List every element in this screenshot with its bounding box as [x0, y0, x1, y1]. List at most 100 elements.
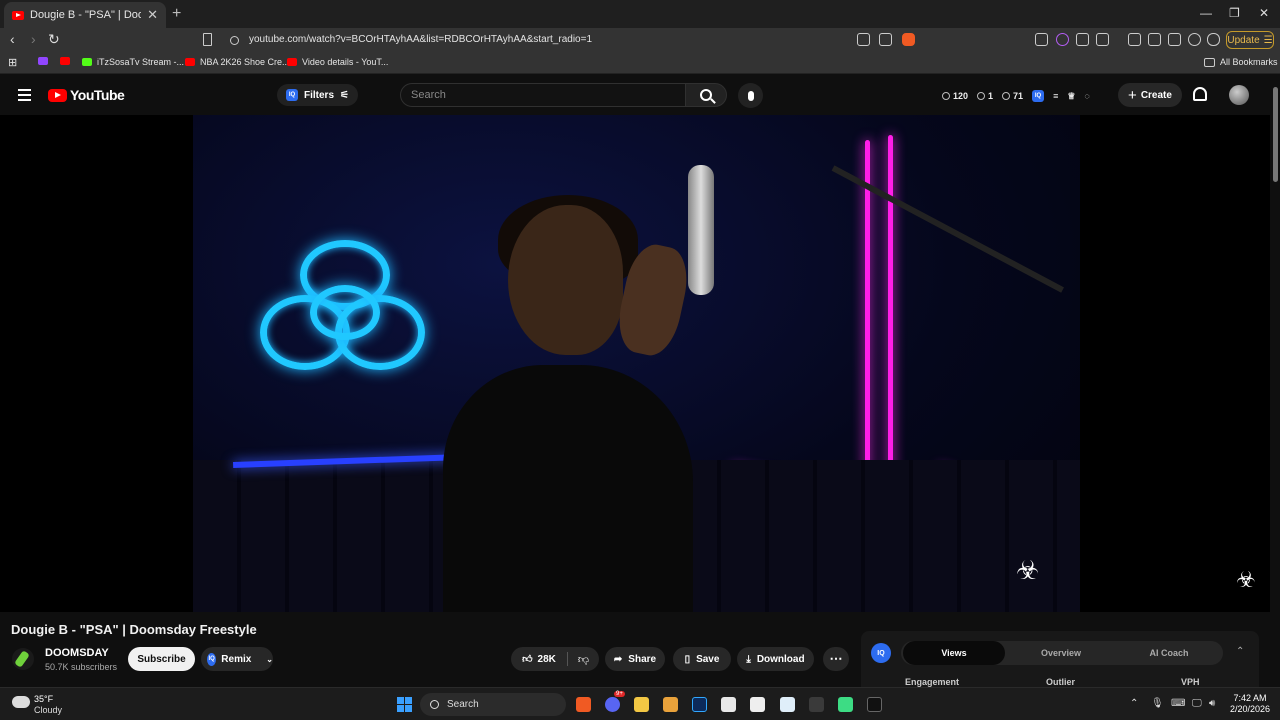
clock-date: 2/20/2026: [1229, 704, 1271, 714]
file-explorer-icon[interactable]: [634, 697, 649, 712]
bookmark-nba-2k26[interactable]: NBA 2K26 Shoe Cre...: [185, 57, 290, 67]
channel-avatar[interactable]: [12, 648, 34, 670]
window-close-icon[interactable]: ✕: [1259, 6, 1269, 20]
search-icon: [430, 700, 439, 709]
sidebar-icon[interactable]: [1148, 33, 1161, 46]
bookmark-video-details[interactable]: Video details - YouT...: [287, 57, 388, 67]
leo-ai-icon[interactable]: [1188, 33, 1201, 46]
update-label: Update: [1227, 34, 1260, 46]
volume-icon[interactable]: 🔊︎: [1209, 698, 1215, 709]
taskbar-search-label: Search: [447, 699, 479, 710]
biohazard-neon-sign: [255, 240, 435, 380]
notion-icon[interactable]: [750, 697, 765, 712]
chat-icon[interactable]: ◌: [1084, 91, 1089, 101]
save-bookmark-icon: ▯: [684, 653, 691, 665]
vidiq-stats[interactable]: 120 1 71 IQ ≡ ♕ ◌: [942, 90, 1090, 102]
network-icon[interactable]: 🖵︎: [1192, 698, 1202, 709]
tab-close-icon[interactable]: ✕: [147, 7, 158, 23]
browser-tab-active[interactable]: Dougie B - "PSA" | Doomsday ✕: [4, 2, 166, 28]
search-icon: [700, 89, 712, 101]
subscriber-count: 50.7K subscribers: [45, 662, 118, 672]
channel-name[interactable]: DOOMSDAY: [45, 647, 109, 659]
app-icon[interactable]: [838, 697, 853, 712]
filters-button[interactable]: IQ Filters ⚟: [277, 84, 358, 106]
list-icon[interactable]: ≡: [1053, 91, 1058, 101]
download-button[interactable]: ⤓ Download: [737, 647, 814, 671]
bookmark-itzsosatv[interactable]: iTzSosaTv Stream -...: [82, 57, 184, 67]
trophy-icon[interactable]: ♕: [1067, 91, 1075, 102]
tab-ai-coach[interactable]: AI Coach: [1119, 641, 1219, 665]
remix-button[interactable]: IQ Remix ⌄: [201, 647, 273, 671]
keyboard-icon[interactable]: ⌨: [1171, 698, 1185, 709]
tab-overview[interactable]: Overview: [1011, 641, 1111, 665]
app-icon[interactable]: [663, 697, 678, 712]
bookmark-label: NBA 2K26 Shoe Cre...: [200, 57, 290, 67]
microphone-tray-icon[interactable]: 🎙︎: [1151, 698, 1164, 709]
account-avatar[interactable]: [1229, 85, 1249, 105]
system-clock[interactable]: 7:42 AM 2/20/2026: [1228, 693, 1272, 715]
voice-search-button[interactable]: [738, 83, 763, 108]
extension-purple-icon[interactable]: [1056, 33, 1069, 46]
app-icon[interactable]: [809, 697, 824, 712]
brave-app-icon[interactable]: [576, 697, 591, 712]
cast-icon[interactable]: [857, 33, 870, 46]
more-actions-button[interactable]: ⋯: [823, 647, 849, 671]
create-button[interactable]: + Create: [1118, 83, 1182, 107]
weather-widget[interactable]: 35°F Cloudy: [12, 694, 72, 716]
apps-grid-icon[interactable]: ⊞: [8, 56, 17, 69]
notepad-icon[interactable]: [780, 697, 795, 712]
update-button[interactable]: Update ☰: [1226, 31, 1274, 49]
bookmark-page-icon[interactable]: [203, 33, 212, 46]
photoshop-icon[interactable]: [692, 697, 707, 712]
forward-icon[interactable]: ›: [31, 31, 36, 47]
search-input[interactable]: Search: [400, 83, 685, 107]
dislike-button[interactable]: 👎︎: [568, 647, 599, 671]
subscribe-button[interactable]: Subscribe: [128, 647, 195, 671]
media-control-icon[interactable]: [1128, 33, 1141, 46]
scrollbar-thumb[interactable]: [1273, 87, 1278, 182]
back-icon[interactable]: ‹: [10, 31, 15, 47]
save-button[interactable]: ▯ Save: [673, 647, 731, 671]
extension-puzzle-icon[interactable]: [1076, 33, 1089, 46]
video-player[interactable]: ☣ ☣: [0, 115, 1270, 612]
app-icon[interactable]: [721, 697, 736, 712]
tab-views[interactable]: Views: [903, 641, 1005, 665]
search-button[interactable]: [685, 83, 727, 107]
tray-overflow-icon[interactable]: ⌃: [1130, 698, 1138, 709]
reload-icon[interactable]: ↻: [48, 31, 60, 48]
brave-shields-icon[interactable]: [902, 33, 915, 46]
extension-icon[interactable]: [1035, 33, 1048, 46]
share-button[interactable]: ➦ Share: [605, 647, 665, 671]
youtube-logo[interactable]: YouTube: [48, 87, 125, 103]
wallet-icon[interactable]: [1168, 33, 1181, 46]
taskbar-search[interactable]: Search: [420, 693, 566, 716]
clock-icon: [942, 92, 950, 100]
hamburger-menu-icon[interactable]: [18, 89, 31, 104]
channel-watermark-icon[interactable]: ☣: [1236, 567, 1256, 593]
twitch-bookmark[interactable]: [38, 57, 48, 65]
discord-app-icon[interactable]: [605, 697, 620, 712]
kick-icon: [82, 58, 92, 66]
youtube-bookmark[interactable]: [60, 57, 70, 65]
collapse-chevron-icon[interactable]: ⌃: [1236, 646, 1244, 657]
vidiq-icon: IQ: [286, 89, 298, 101]
vpn-shield-icon[interactable]: [1207, 33, 1220, 46]
youtube-icon: [287, 58, 297, 66]
like-button[interactable]: 👍︎ 28K: [511, 647, 567, 671]
new-tab-button[interactable]: +: [172, 5, 181, 23]
address-bar[interactable]: youtube.com/watch?v=BCOrHTAyhAA&list=RDB…: [249, 34, 592, 45]
windows-start-icon[interactable]: [397, 697, 412, 712]
share-page-icon[interactable]: [879, 33, 892, 46]
share-arrow-icon: ➦: [613, 653, 623, 665]
vidiq-icon[interactable]: IQ: [1032, 90, 1045, 102]
site-info-icon[interactable]: [230, 36, 239, 45]
page-scrollbar[interactable]: [1270, 75, 1280, 687]
maximize-icon[interactable]: ❐: [1229, 6, 1240, 20]
minimize-icon[interactable]: —: [1200, 6, 1212, 20]
doomsday-watermark-icon: ☣: [1016, 555, 1040, 585]
all-bookmarks-folder[interactable]: All Bookmarks: [1204, 57, 1278, 67]
epic-games-icon[interactable]: [867, 697, 882, 712]
studio-microphone: [688, 165, 714, 295]
extension-screenshot-icon[interactable]: [1096, 33, 1109, 46]
notifications-bell-icon[interactable]: [1193, 87, 1207, 101]
